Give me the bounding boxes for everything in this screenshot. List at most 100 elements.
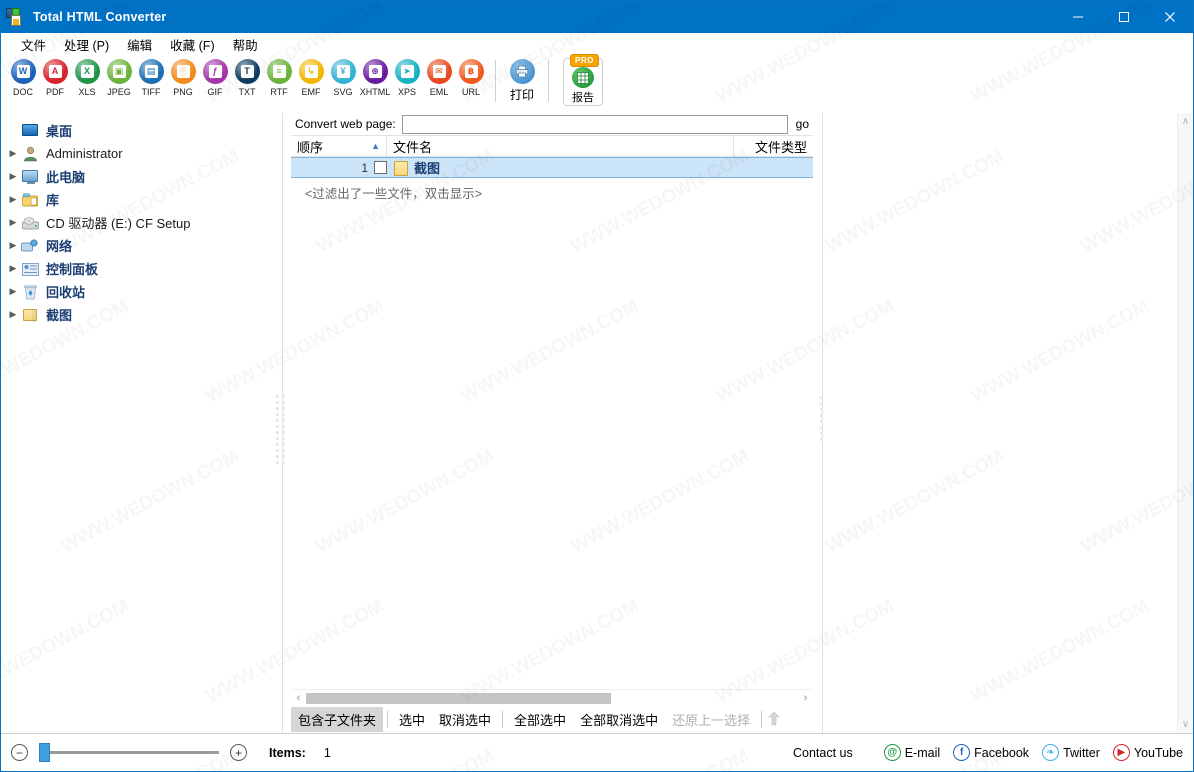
- selection-button-6[interactable]: 全部取消选中: [573, 707, 665, 732]
- convert-to-xhtml-button[interactable]: ⊕XHTML: [361, 56, 389, 97]
- row-checkbox[interactable]: [374, 161, 387, 174]
- tree-expand-arrow[interactable]: ▶: [5, 286, 21, 297]
- column-header-order[interactable]: 顺序 ▲: [291, 137, 386, 156]
- column-header-filetype[interactable]: 文件类型: [733, 137, 813, 156]
- convert-to-gif-button[interactable]: ƒGIF: [201, 56, 229, 97]
- convert-to-svg-button[interactable]: ¥ SVG: [329, 56, 357, 97]
- control-panel-icon: [21, 260, 41, 278]
- left-splitter[interactable]: [273, 113, 291, 733]
- minimize-button[interactable]: [1055, 1, 1101, 33]
- library-icon: [21, 191, 41, 209]
- convert-to-png-button[interactable]: ░PNG: [169, 56, 197, 97]
- selection-button-0[interactable]: 包含子文件夹: [291, 707, 383, 732]
- selection-button-5[interactable]: 全部选中: [507, 707, 573, 732]
- rtf-icon: ≡: [267, 59, 292, 84]
- convert-to-url-button[interactable]: ฿URL: [457, 56, 485, 97]
- file-list-hscrollbar[interactable]: ‹ ›: [291, 689, 813, 706]
- maximize-button[interactable]: [1101, 1, 1147, 33]
- social-label: YouTube: [1134, 746, 1183, 760]
- column-header-filename-label: 文件名: [393, 137, 432, 156]
- youtube-icon: ▶: [1113, 744, 1130, 761]
- folder-tree[interactable]: 桌面▶Administrator▶此电脑▶库▶CD 驱动器 (E:) CF Se…: [1, 113, 273, 733]
- zoom-slider-track[interactable]: [39, 751, 219, 754]
- tree-item-7[interactable]: ▶ 回收站: [1, 280, 273, 303]
- app-converter-icon: [6, 7, 26, 27]
- convert-to-eml-button[interactable]: ✉EML: [425, 56, 453, 97]
- tree-expand-arrow[interactable]: ▶: [5, 148, 21, 159]
- zoom-in-button[interactable]: +: [230, 744, 247, 761]
- column-header-filename[interactable]: 文件名: [386, 137, 733, 156]
- format-button-group: WDOCAPDFXXLS▣JPEG▤TIFF░PNGƒGIFTTXT≡RTF↳E…: [9, 56, 489, 97]
- hscroll-thumb[interactable]: [306, 693, 611, 704]
- hscroll-track[interactable]: [306, 693, 798, 704]
- email-link[interactable]: @E-mail: [884, 744, 940, 761]
- svg-icon: ¥: [331, 59, 356, 84]
- menu-item-help[interactable]: 帮助: [224, 33, 267, 56]
- menu-item-edit[interactable]: 编辑: [118, 33, 161, 56]
- tree-expand-arrow[interactable]: ▶: [5, 171, 21, 182]
- tree-item-6[interactable]: ▶ 控制面板: [1, 257, 273, 280]
- right-splitter[interactable]: [813, 113, 831, 733]
- menu-item-file[interactable]: 文件: [12, 33, 55, 56]
- tree-item-label: 回收站: [46, 282, 85, 301]
- print-button[interactable]: 打印: [502, 56, 542, 103]
- arrow-up-icon[interactable]: [768, 711, 782, 728]
- splitter-grip: [276, 395, 289, 451]
- youtube-link[interactable]: ▶ YouTube: [1113, 744, 1183, 761]
- convert-to-xls-button[interactable]: XXLS: [73, 56, 101, 97]
- facebook-link[interactable]: fFacebook: [953, 744, 1029, 761]
- tree-expand-arrow[interactable]: ▶: [5, 240, 21, 251]
- vscroll-up-arrow[interactable]: ∧: [1182, 116, 1189, 127]
- hscroll-left-arrow[interactable]: ‹: [291, 692, 306, 704]
- hscroll-right-arrow[interactable]: ›: [798, 692, 813, 704]
- row-filename: 截图: [414, 158, 440, 177]
- convert-to-txt-button[interactable]: TTXT: [233, 56, 261, 97]
- window-title: Total HTML Converter: [33, 10, 166, 24]
- table-row[interactable]: 1截图: [291, 157, 813, 178]
- format-label: EMF: [302, 87, 321, 97]
- report-grid-icon: [572, 67, 594, 88]
- tree-expand-arrow[interactable]: ▶: [5, 309, 21, 320]
- toolbar-separator-1: [495, 60, 496, 102]
- tree-expand-arrow[interactable]: ▶: [5, 217, 21, 228]
- file-list-body[interactable]: 1截图 <过滤出了一些文件，双击显示>: [291, 157, 813, 689]
- convert-to-tiff-button[interactable]: ▤TIFF: [137, 56, 165, 97]
- convert-to-xps-button[interactable]: ➤XPS: [393, 56, 421, 97]
- convert-web-page-input[interactable]: [402, 115, 788, 134]
- convert-to-rtf-button[interactable]: ≡RTF: [265, 56, 293, 97]
- xls-icon: X: [75, 59, 100, 84]
- tree-expand-arrow[interactable]: ▶: [5, 194, 21, 205]
- vscroll-down-arrow[interactable]: ∨: [1182, 719, 1189, 730]
- filter-note[interactable]: <过滤出了一些文件，双击显示>: [291, 178, 813, 202]
- close-button[interactable]: [1147, 1, 1193, 33]
- selection-button-7: 还原上一选择: [665, 707, 757, 732]
- tree-item-4[interactable]: ▶CD 驱动器 (E:) CF Setup: [1, 211, 273, 234]
- tree-item-8[interactable]: ▶截图: [1, 303, 273, 326]
- convert-to-pdf-button[interactable]: APDF: [41, 56, 69, 97]
- application-window: Total HTML Converter 文件 处理 (P) 编辑 收藏 (F)…: [0, 0, 1194, 772]
- report-button[interactable]: PRO 报告: [563, 58, 603, 106]
- convert-to-doc-button[interactable]: WDOC: [9, 56, 37, 97]
- convert-to-emf-button[interactable]: ↳EMF: [297, 56, 325, 97]
- selection-button-3[interactable]: 取消选中: [432, 707, 498, 732]
- preview-vscrollbar[interactable]: ∧ ∨: [1177, 113, 1193, 733]
- twitter-link[interactable]: ❧Twitter: [1042, 744, 1100, 761]
- tree-item-2[interactable]: ▶此电脑: [1, 165, 273, 188]
- zoom-out-button[interactable]: −: [11, 744, 28, 761]
- tree-item-3[interactable]: ▶库: [1, 188, 273, 211]
- convert-to-jpeg-button[interactable]: ▣JPEG: [105, 56, 133, 97]
- tree-expand-arrow[interactable]: ▶: [5, 263, 21, 274]
- tree-item-5[interactable]: ▶网络: [1, 234, 273, 257]
- printer-icon: [510, 59, 535, 84]
- tree-item-label: 控制面板: [46, 259, 98, 278]
- menu-item-favorites[interactable]: 收藏 (F): [161, 33, 223, 56]
- go-button[interactable]: go: [796, 117, 809, 131]
- menu-item-process[interactable]: 处理 (P): [55, 33, 118, 56]
- zoom-slider-thumb[interactable]: [39, 743, 50, 762]
- selection-button-2[interactable]: 选中: [392, 707, 432, 732]
- tree-item-1[interactable]: ▶Administrator: [1, 142, 273, 165]
- url-icon: ฿: [459, 59, 484, 84]
- tree-item-0[interactable]: 桌面: [1, 119, 273, 142]
- preview-panel[interactable]: [831, 113, 1177, 733]
- format-label: SVG: [333, 87, 352, 97]
